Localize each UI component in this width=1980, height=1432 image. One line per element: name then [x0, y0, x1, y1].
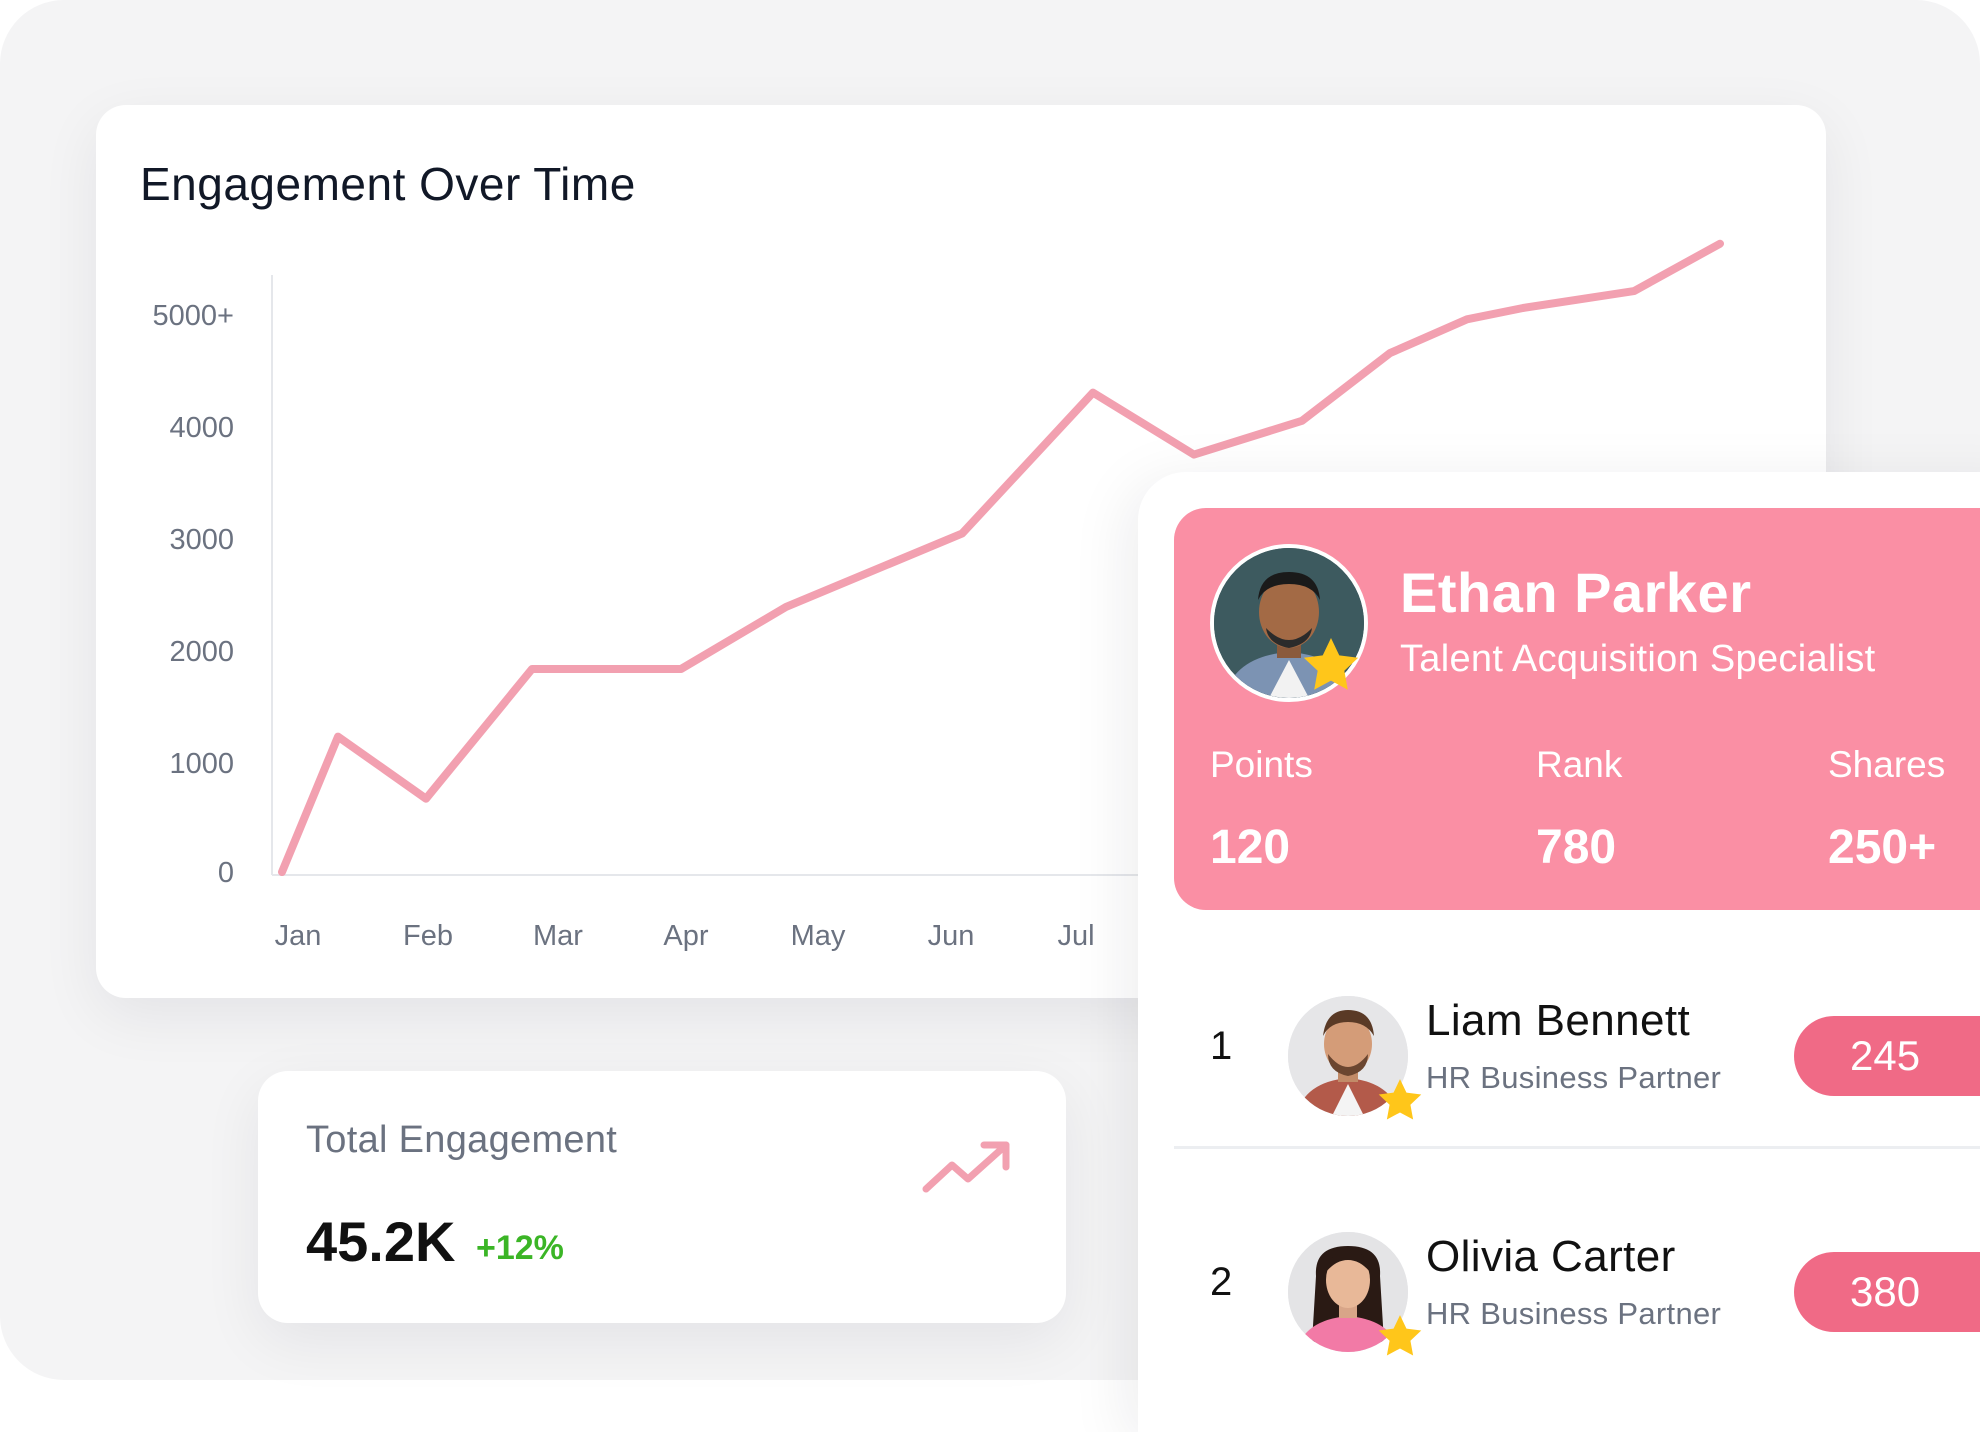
score-badge: 245 — [1794, 1016, 1980, 1096]
score-badge: 380 — [1794, 1252, 1980, 1332]
y-tick-label: 5000+ — [153, 300, 234, 332]
total-engagement-change: +12% — [476, 1229, 564, 1267]
stat-rank-label: Rank — [1536, 744, 1623, 785]
stat-points-label: Points — [1210, 744, 1313, 785]
profile-name: Ethan Parker — [1400, 561, 1752, 624]
list-item[interactable]: 2 Olivia Carter HR Business Partner 380 — [1174, 1208, 1980, 1368]
x-tick-label: Feb — [403, 920, 453, 952]
profile-role: Talent Acquisition Specialist — [1400, 638, 1876, 680]
x-tick-label: Jul — [1057, 920, 1094, 952]
row-name: Olivia Carter — [1426, 1232, 1676, 1281]
y-tick-label: 3000 — [169, 524, 234, 556]
star-icon — [1378, 1079, 1422, 1120]
featured-profile-card[interactable]: Ethan Parker Talent Acquisition Speciali… — [1174, 508, 1980, 910]
stat-shares-label: Shares — [1828, 744, 1946, 785]
total-engagement-label: Total Engagement — [306, 1119, 618, 1161]
stat-rank-value: 780 — [1536, 821, 1617, 874]
row-rank: 1 — [1210, 1024, 1233, 1068]
total-engagement-card: Total Engagement 45.2K +12% — [258, 1071, 1066, 1323]
y-tick-label: 1000 — [169, 748, 234, 780]
x-tick-label: Jan — [275, 920, 322, 952]
row-name: Liam Bennett — [1426, 996, 1691, 1045]
x-tick-label: Apr — [663, 920, 708, 952]
leaderboard-panel: Ethan Parker Talent Acquisition Speciali… — [1138, 472, 1980, 1432]
y-tick-label: 4000 — [169, 412, 234, 444]
list-item[interactable]: 1 Liam Bennett HR Business Partner 245 — [1174, 972, 1980, 1132]
row-role: HR Business Partner — [1426, 1060, 1722, 1095]
row-rank: 2 — [1210, 1260, 1233, 1304]
y-tick-label: 0 — [218, 857, 234, 889]
stat-shares-value: 250+ — [1828, 821, 1937, 874]
trending-up-icon — [922, 1141, 1010, 1193]
x-tick-label: Mar — [533, 920, 583, 952]
row-divider — [1174, 1146, 1980, 1149]
total-engagement-value: 45.2K — [306, 1210, 456, 1273]
star-icon — [1303, 638, 1359, 690]
y-tick-label: 2000 — [169, 636, 234, 668]
row-role: HR Business Partner — [1426, 1296, 1722, 1331]
x-tick-label: Jun — [928, 920, 975, 952]
star-icon — [1378, 1315, 1422, 1356]
stat-points-value: 120 — [1210, 821, 1291, 874]
x-tick-label: May — [791, 920, 846, 952]
